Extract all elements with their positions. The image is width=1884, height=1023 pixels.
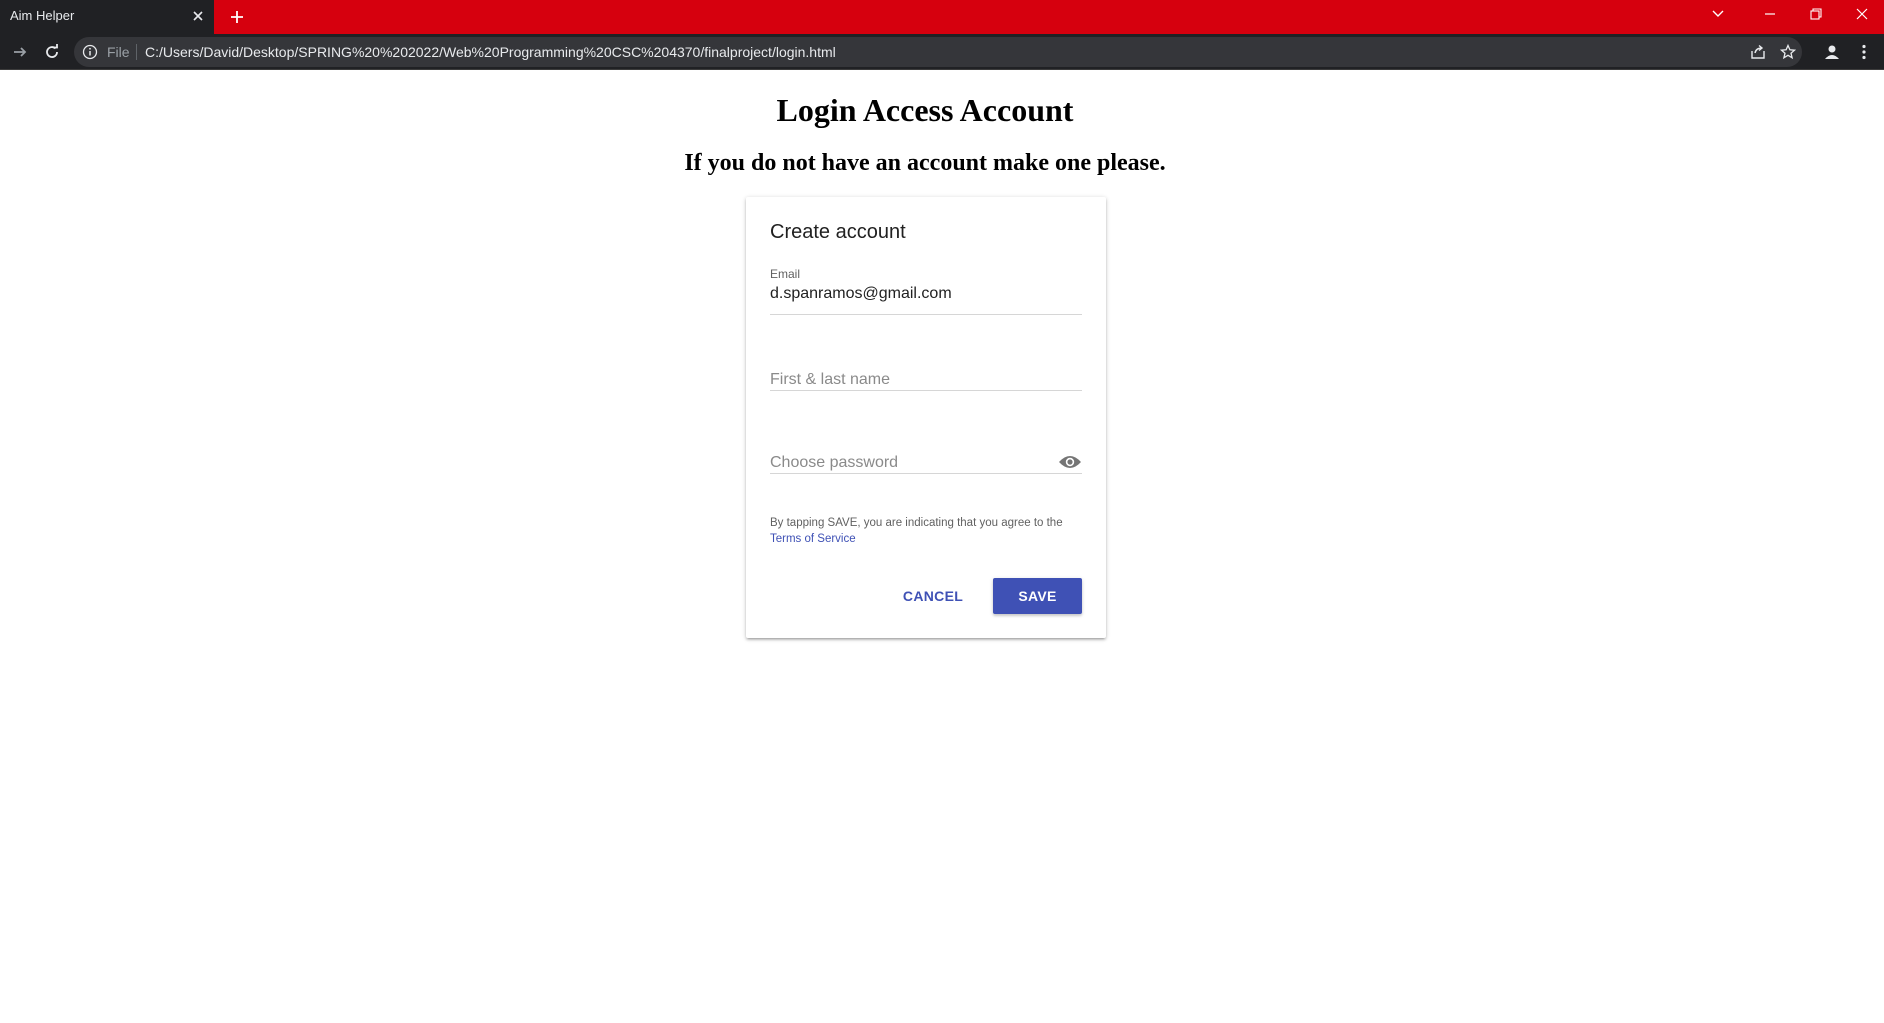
more-menu-icon[interactable] — [1850, 38, 1878, 66]
terms-notice: By tapping SAVE, you are indicating that… — [770, 515, 1090, 547]
tab-close-icon[interactable] — [188, 6, 208, 26]
save-button[interactable]: SAVE — [993, 578, 1082, 614]
minimize-icon[interactable] — [1748, 0, 1792, 28]
tab-aim-helper[interactable]: Aim Helper — [0, 0, 214, 34]
reload-icon[interactable] — [38, 38, 66, 66]
page-subtitle: If you do not have an account make one p… — [684, 150, 1166, 176]
address-bar[interactable]: File C:/Users/David/Desktop/SPRING%20%20… — [74, 37, 1802, 67]
email-label: Email — [770, 267, 801, 281]
name-input[interactable] — [770, 371, 1050, 389]
bookmark-star-icon[interactable] — [1778, 42, 1798, 62]
card-title: Create account — [770, 221, 906, 243]
email-field[interactable]: Email — [770, 267, 1082, 315]
new-tab-icon[interactable] — [224, 4, 250, 30]
tab-search-icon[interactable] — [1696, 0, 1740, 28]
password-field[interactable] — [770, 426, 1082, 474]
cancel-button[interactable]: CANCEL — [896, 578, 970, 614]
restore-icon[interactable] — [1794, 0, 1838, 28]
terms-text: By tapping SAVE, you are indicating that… — [770, 517, 1063, 529]
url-text[interactable]: C:/Users/David/Desktop/SPRING%20%202022/… — [145, 44, 836, 60]
omnibox-divider — [136, 44, 137, 60]
page-content: Login Access Account If you do not have … — [0, 70, 1884, 1023]
browser-toolbar: File C:/Users/David/Desktop/SPRING%20%20… — [0, 34, 1884, 70]
email-input[interactable] — [770, 285, 1060, 303]
tab-strip: Aim Helper — [0, 0, 1884, 34]
forward-arrow-icon[interactable] — [6, 38, 34, 66]
close-window-icon[interactable] — [1840, 0, 1884, 28]
info-icon[interactable] — [82, 44, 98, 60]
profile-icon[interactable] — [1818, 38, 1846, 66]
page-title: Login Access Account — [776, 92, 1074, 128]
password-input[interactable] — [770, 454, 1050, 472]
terms-of-service-link[interactable]: Terms of Service — [770, 531, 1090, 547]
tab-title: Aim Helper — [10, 8, 75, 23]
eye-icon[interactable] — [1058, 452, 1082, 472]
file-scheme-chip: File — [107, 44, 130, 60]
share-icon[interactable] — [1748, 42, 1768, 62]
name-field[interactable] — [770, 343, 1082, 391]
create-account-card: Create account Email By tapping SAVE, yo… — [746, 197, 1106, 638]
